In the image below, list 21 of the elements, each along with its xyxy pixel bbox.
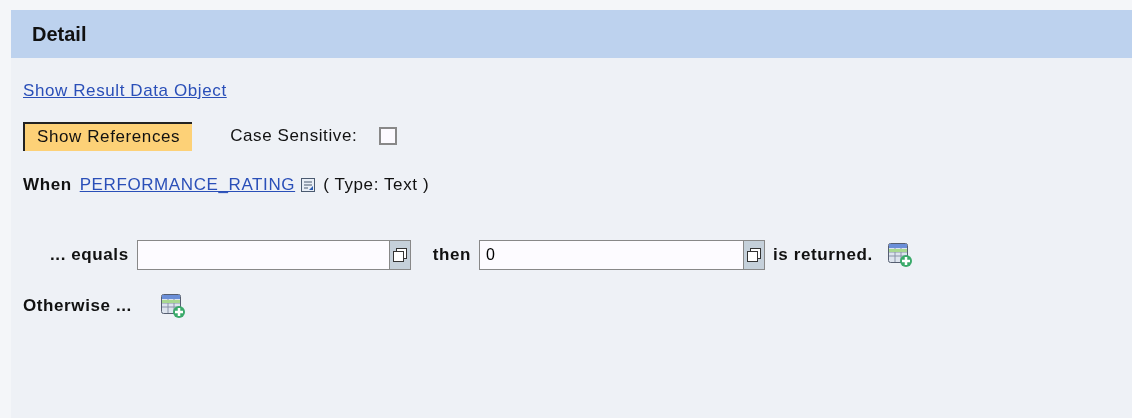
case-sensitive-label: Case Sensitive: xyxy=(230,126,358,146)
field-link[interactable]: PERFORMANCE_RATING xyxy=(79,175,296,195)
then-label: then xyxy=(432,245,472,265)
add-table-row-icon[interactable] xyxy=(886,242,913,268)
then-input-field[interactable]: 0 xyxy=(479,240,744,270)
value-help-button[interactable] xyxy=(743,240,766,270)
returned-label: is returned. xyxy=(773,245,873,265)
equals-label: ... equals xyxy=(50,245,129,265)
equals-input-field[interactable] xyxy=(136,240,389,270)
show-references-button[interactable]: Show References xyxy=(23,121,193,151)
windows-icon xyxy=(746,247,763,263)
document-icon[interactable] xyxy=(301,178,316,192)
otherwise-label: Otherwise ... xyxy=(23,296,132,316)
when-label: When xyxy=(23,175,72,195)
add-table-row-icon[interactable] xyxy=(159,293,186,319)
panel-title: Detail xyxy=(32,22,87,46)
windows-icon xyxy=(391,247,408,263)
case-sensitive-checkbox[interactable] xyxy=(379,127,398,145)
type-text: ( Type: Text ) xyxy=(323,175,430,195)
value-help-button[interactable] xyxy=(388,240,411,270)
show-result-link[interactable]: Show Result Data Object xyxy=(23,81,227,101)
